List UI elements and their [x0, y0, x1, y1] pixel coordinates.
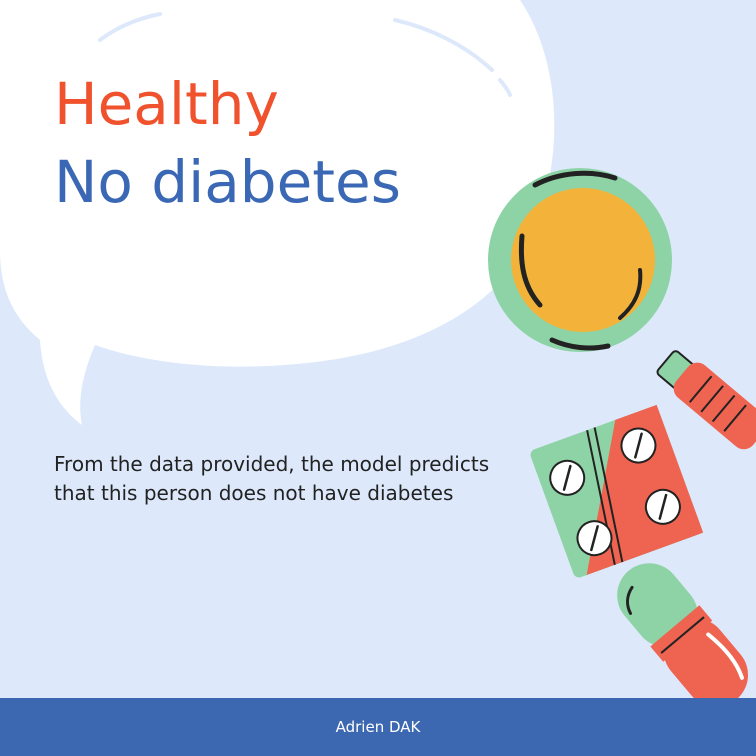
- footer-bar: Adrien DAK: [0, 698, 756, 756]
- author-name: Adrien DAK: [335, 718, 421, 736]
- capsule-icon: [617, 563, 748, 707]
- pill-blister-pack-icon: [530, 404, 704, 578]
- magnifying-glass-icon: [488, 168, 756, 450]
